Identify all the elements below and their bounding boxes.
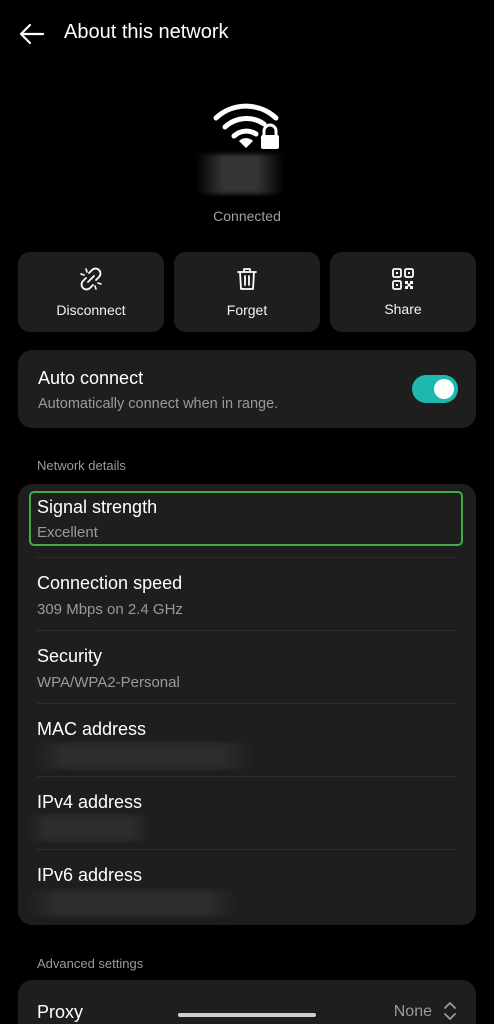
detail-title: Signal strength — [37, 497, 158, 517]
detail-value: WPA/WPA2-Personal — [37, 674, 180, 691]
wifi-lock-icon — [213, 103, 279, 149]
chevron-up-down-icon — [444, 1002, 456, 1020]
trash-icon — [237, 268, 257, 290]
disconnect-label: Disconnect — [56, 302, 126, 318]
disconnect-button[interactable]: Disconnect — [18, 252, 164, 332]
detail-row-signal[interactable]: Signal strength Excellent — [18, 484, 476, 554]
forget-button[interactable]: Forget — [174, 252, 320, 332]
back-button[interactable] — [14, 16, 50, 52]
auto-connect-toggle[interactable] — [412, 375, 458, 403]
connection-status: Connected — [213, 208, 281, 224]
action-row: Disconnect Forget Share — [18, 252, 476, 332]
share-button[interactable]: Share — [330, 252, 476, 332]
network-details-card: Signal strength Excellent Connection spe… — [18, 484, 476, 925]
detail-row-security[interactable]: Security WPA/WPA2-Personal — [18, 631, 476, 704]
share-label: Share — [384, 301, 422, 317]
detail-row-speed[interactable]: Connection speed 309 Mbps on 2.4 GHz — [18, 558, 476, 631]
detail-row-ipv4[interactable]: IPv4 address — [18, 777, 476, 850]
detail-row-mac[interactable]: MAC address — [18, 704, 476, 777]
detail-title: IPv4 address — [37, 792, 143, 812]
proxy-title: Proxy — [37, 1002, 84, 1022]
auto-connect-subtitle: Automatically connect when in range. — [38, 396, 279, 412]
detail-title: IPv6 address — [37, 865, 143, 885]
detail-value: Excellent — [37, 524, 98, 541]
detail-title: MAC address — [37, 719, 147, 739]
ipv4-address-redacted — [28, 815, 150, 841]
proxy-row[interactable]: Proxy None — [18, 980, 476, 1024]
detail-row-ipv6[interactable]: IPv6 address — [18, 850, 476, 925]
link-broken-icon — [80, 267, 102, 291]
detail-title: Connection speed — [37, 573, 183, 593]
arrow-left-icon — [19, 23, 45, 45]
toggle-knob — [434, 379, 454, 399]
ipv6-address-redacted — [26, 890, 238, 916]
home-indicator[interactable] — [178, 1013, 316, 1017]
network-name-redacted — [196, 154, 284, 194]
section-network-details: Network details — [37, 458, 126, 473]
mac-address-redacted — [32, 743, 254, 769]
auto-connect-card[interactable]: Auto connect Automatically connect when … — [18, 350, 476, 428]
page-title: About this network — [64, 21, 229, 43]
proxy-value: None — [393, 1003, 432, 1020]
detail-title: Security — [37, 646, 103, 666]
qr-code-icon — [392, 268, 414, 290]
forget-label: Forget — [226, 302, 268, 318]
section-advanced-settings: Advanced settings — [37, 956, 144, 971]
auto-connect-title: Auto connect — [38, 368, 144, 388]
top-app-bar: About this network — [0, 0, 494, 68]
detail-value: 309 Mbps on 2.4 GHz — [37, 601, 183, 618]
